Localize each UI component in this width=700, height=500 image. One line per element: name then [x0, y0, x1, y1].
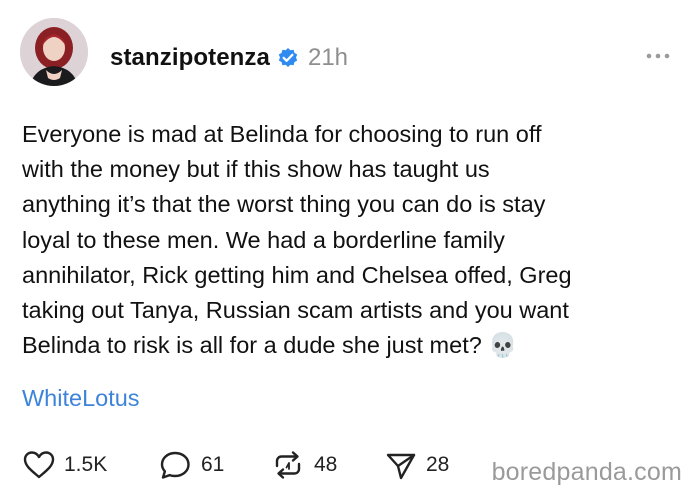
- post-body: Everyone is mad at Belinda for choosing …: [22, 121, 572, 359]
- post-card: stanzipotenza 21h Everyone is mad at Bel…: [0, 0, 700, 500]
- more-options-icon[interactable]: [644, 48, 672, 64]
- like-count: 1.5K: [64, 453, 108, 476]
- like-button[interactable]: 1.5K: [22, 448, 107, 482]
- comment-button[interactable]: 61: [159, 448, 224, 482]
- action-bar: 1.5K 61 48 28: [22, 448, 492, 482]
- heart-icon: [22, 449, 56, 481]
- repost-count: 48: [314, 453, 338, 476]
- hashtag-link[interactable]: WhiteLotus: [22, 385, 140, 412]
- avatar-image: [20, 18, 88, 86]
- avatar[interactable]: [20, 18, 88, 86]
- send-icon: [384, 449, 418, 481]
- verified-badge-icon: [277, 47, 299, 69]
- repost-button[interactable]: 48: [270, 448, 337, 482]
- timestamp: 21h: [307, 44, 349, 71]
- comment-count: 61: [201, 453, 225, 476]
- username[interactable]: stanzipotenza: [110, 44, 270, 72]
- post-header: stanzipotenza 21h: [110, 38, 348, 78]
- share-button[interactable]: 28: [384, 448, 449, 482]
- repost-icon: [270, 449, 306, 481]
- share-count: 28: [426, 453, 450, 476]
- comment-bubble-icon: [159, 449, 193, 481]
- watermark: boredpanda.com: [491, 458, 682, 486]
